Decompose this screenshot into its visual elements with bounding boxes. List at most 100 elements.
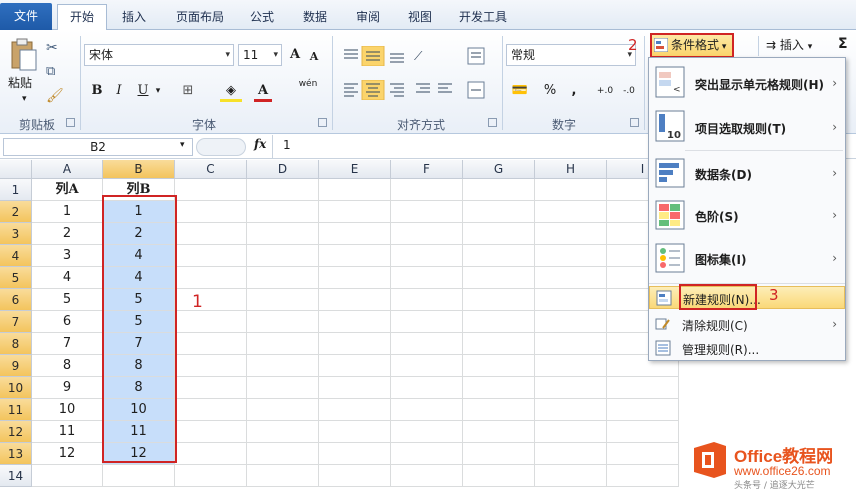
menu-item-highlight-rules[interactable]: < 突出显示单元格规则(H) › bbox=[649, 62, 845, 104]
cell[interactable] bbox=[463, 333, 535, 355]
cell[interactable] bbox=[247, 245, 319, 267]
cell[interactable] bbox=[535, 443, 607, 465]
cell[interactable] bbox=[391, 289, 463, 311]
cell[interactable] bbox=[247, 355, 319, 377]
cell[interactable] bbox=[535, 465, 607, 487]
comma-style-button[interactable]: , bbox=[566, 80, 582, 102]
cell[interactable]: 12 bbox=[32, 443, 103, 465]
chevron-down-icon[interactable]: ▾ bbox=[152, 80, 164, 102]
cell[interactable] bbox=[319, 377, 391, 399]
cell[interactable]: 4 bbox=[32, 267, 103, 289]
horizontal-align-icons[interactable] bbox=[342, 79, 462, 101]
cell[interactable] bbox=[319, 223, 391, 245]
cell[interactable]: 列A bbox=[32, 179, 103, 201]
cell[interactable] bbox=[175, 179, 247, 201]
cell[interactable] bbox=[607, 421, 679, 443]
cell[interactable] bbox=[175, 377, 247, 399]
decrease-decimal-button[interactable]: -.0 bbox=[618, 80, 640, 102]
font-name-select[interactable]: 宋体 ▾ bbox=[84, 44, 234, 66]
row-header[interactable]: 9 bbox=[0, 355, 32, 377]
tab-file[interactable]: 文件 bbox=[0, 3, 52, 30]
cell[interactable]: 2 bbox=[32, 223, 103, 245]
cell[interactable] bbox=[319, 179, 391, 201]
row-header[interactable]: 1 bbox=[0, 179, 32, 201]
italic-button[interactable]: I bbox=[110, 80, 128, 102]
column-header-e[interactable]: E bbox=[319, 160, 391, 179]
tab-developer[interactable]: 开发工具 bbox=[450, 6, 516, 30]
cell[interactable] bbox=[391, 443, 463, 465]
cell[interactable] bbox=[175, 443, 247, 465]
format-painter-icon[interactable]: 🖌 bbox=[46, 88, 64, 104]
cell[interactable] bbox=[247, 421, 319, 443]
cell[interactable] bbox=[32, 465, 103, 487]
cell[interactable] bbox=[535, 289, 607, 311]
cell[interactable] bbox=[175, 355, 247, 377]
insert-cells-button[interactable]: ⇉ 插入 ▾ bbox=[766, 36, 812, 53]
cell[interactable] bbox=[175, 399, 247, 421]
cut-icon[interactable]: ✂ bbox=[46, 40, 58, 56]
row-header[interactable]: 10 bbox=[0, 377, 32, 399]
cell[interactable] bbox=[607, 399, 679, 421]
clipboard-launcher-icon[interactable] bbox=[66, 118, 75, 127]
number-launcher-icon[interactable] bbox=[630, 118, 639, 127]
cell[interactable] bbox=[391, 399, 463, 421]
cell[interactable] bbox=[535, 355, 607, 377]
font-launcher-icon[interactable] bbox=[318, 118, 327, 127]
cell[interactable] bbox=[247, 333, 319, 355]
cell[interactable] bbox=[319, 443, 391, 465]
cell[interactable] bbox=[103, 465, 175, 487]
autosum-button[interactable]: Σ bbox=[838, 36, 848, 52]
row-header[interactable]: 2 bbox=[0, 201, 32, 223]
copy-icon[interactable]: ⧉ bbox=[46, 64, 55, 79]
select-all-corner[interactable] bbox=[0, 160, 32, 179]
name-box[interactable]: B2 bbox=[3, 138, 193, 156]
column-header-d[interactable]: D bbox=[247, 160, 319, 179]
cell[interactable] bbox=[319, 333, 391, 355]
cell[interactable] bbox=[319, 421, 391, 443]
cell[interactable] bbox=[535, 399, 607, 421]
cell[interactable] bbox=[463, 289, 535, 311]
cell[interactable] bbox=[391, 179, 463, 201]
cell[interactable] bbox=[535, 267, 607, 289]
cell[interactable] bbox=[463, 399, 535, 421]
cell[interactable] bbox=[607, 465, 679, 487]
font-size-select[interactable]: 11 ▾ bbox=[238, 44, 282, 66]
borders-icon[interactable]: ⊞ bbox=[178, 80, 198, 102]
cell[interactable] bbox=[391, 311, 463, 333]
cell[interactable] bbox=[319, 311, 391, 333]
cell[interactable] bbox=[463, 377, 535, 399]
increase-decimal-button[interactable]: +.0 bbox=[594, 80, 616, 102]
cell[interactable] bbox=[535, 311, 607, 333]
cell[interactable] bbox=[535, 377, 607, 399]
cell[interactable] bbox=[175, 333, 247, 355]
cell[interactable]: 3 bbox=[32, 245, 103, 267]
row-header[interactable]: 14 bbox=[0, 465, 32, 487]
cell[interactable] bbox=[247, 179, 319, 201]
row-header[interactable]: 5 bbox=[0, 267, 32, 289]
tab-data[interactable]: 数据 bbox=[295, 6, 335, 30]
row-header[interactable]: 4 bbox=[0, 245, 32, 267]
insert-function-button[interactable]: fx bbox=[254, 137, 266, 151]
cell[interactable] bbox=[463, 223, 535, 245]
cell[interactable] bbox=[247, 223, 319, 245]
cell[interactable] bbox=[319, 465, 391, 487]
column-header-c[interactable]: C bbox=[175, 160, 247, 179]
menu-item-clear-rules[interactable]: 清除规则(C) › bbox=[649, 313, 845, 335]
menu-item-icon-sets[interactable]: 图标集(I) › bbox=[649, 239, 845, 279]
cell[interactable] bbox=[319, 399, 391, 421]
cell[interactable] bbox=[319, 267, 391, 289]
vertical-align-icons[interactable]: ⟋ bbox=[342, 45, 432, 67]
alignment-launcher-icon[interactable] bbox=[488, 118, 497, 127]
cell[interactable] bbox=[175, 223, 247, 245]
cell[interactable] bbox=[247, 377, 319, 399]
cell[interactable]: 11 bbox=[32, 421, 103, 443]
cell[interactable] bbox=[247, 201, 319, 223]
column-header-a[interactable]: A bbox=[32, 160, 103, 179]
chevron-down-icon[interactable]: ▾ bbox=[180, 140, 185, 150]
cell[interactable]: 8 bbox=[32, 355, 103, 377]
cell[interactable] bbox=[247, 399, 319, 421]
cell[interactable] bbox=[463, 421, 535, 443]
row-header[interactable]: 12 bbox=[0, 421, 32, 443]
cell[interactable]: 10 bbox=[32, 399, 103, 421]
grow-font-button[interactable]: A bbox=[286, 44, 304, 66]
